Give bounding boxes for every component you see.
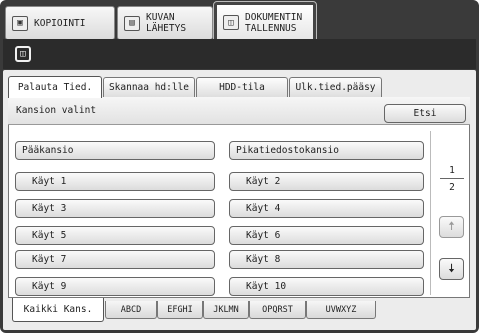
copy-icon: ▣: [12, 15, 28, 31]
user-folder-button[interactable]: Käyt 6: [229, 226, 424, 245]
image-send-icon: ▤: [124, 15, 140, 31]
page-total: 2: [449, 182, 455, 193]
mode-tab-document-filing[interactable]: ◫ DOKUMENTIN TALLENNUS: [213, 1, 317, 44]
page-current: 1: [449, 165, 455, 176]
index-tab-all[interactable]: Kaikki Kans.: [12, 298, 104, 322]
mode-tab-label: KUVAN LÄHETYS: [146, 12, 187, 34]
index-tab-abcd[interactable]: ABCD: [105, 301, 157, 319]
user-folder-button[interactable]: Käyt 3: [15, 199, 215, 218]
pager-divider: [430, 131, 431, 295]
mode-tab-label: KOPIOINTI: [34, 17, 86, 29]
search-button[interactable]: Etsi: [384, 104, 466, 123]
tab-scan-to-hdd[interactable]: Skannaa hd:lle: [103, 77, 195, 97]
user-folder-button[interactable]: Käyt 8: [229, 250, 424, 269]
arrow-down-icon: 🠇: [448, 260, 455, 275]
tab-hdd-status[interactable]: HDD-tila: [196, 77, 288, 97]
page-up-button[interactable]: 🠅: [439, 216, 464, 238]
user-folder-button[interactable]: Käyt 7: [15, 250, 215, 269]
tab-retrieve-file[interactable]: Palauta Tied.: [8, 76, 102, 98]
document-filing-icon: ◫: [223, 15, 239, 30]
mode-tab-copy[interactable]: ▣ KOPIOINTI: [5, 6, 115, 40]
user-folder-button[interactable]: Käyt 9: [15, 277, 215, 296]
user-folder-button[interactable]: Käyt 4: [229, 199, 424, 218]
index-tab-jklmn[interactable]: JKLMN: [203, 301, 249, 319]
page-down-button[interactable]: 🠇: [439, 258, 464, 280]
user-folder-button[interactable]: Käyt 5: [15, 226, 215, 245]
index-tab-opqrst[interactable]: OPQRST: [249, 301, 306, 319]
user-folder-button[interactable]: Käyt 2: [229, 172, 424, 191]
document-filing-icon: ◫: [15, 46, 31, 62]
user-folder-button[interactable]: Käyt 10: [229, 277, 424, 296]
page-separator: [440, 178, 464, 179]
tab-external-access[interactable]: Ulk.tied.pääsy: [289, 77, 382, 97]
mode-header-bar: ◫: [3, 39, 476, 69]
quick-folder-button[interactable]: Pikatiedostokansio: [229, 141, 424, 160]
index-tab-efghi[interactable]: EFGHI: [157, 301, 203, 319]
mode-tab-label: DOKUMENTIN TALLENNUS: [245, 11, 303, 34]
mode-tab-image-send[interactable]: ▤ KUVAN LÄHETYS: [117, 6, 213, 40]
user-folder-button[interactable]: Käyt 1: [15, 172, 215, 191]
arrow-up-icon: 🠅: [448, 218, 455, 233]
main-folder-button[interactable]: Pääkansio: [15, 141, 215, 160]
index-tab-uvwxyz[interactable]: UVWXYZ: [306, 301, 376, 319]
folder-select-title: Kansion valint: [16, 105, 97, 116]
